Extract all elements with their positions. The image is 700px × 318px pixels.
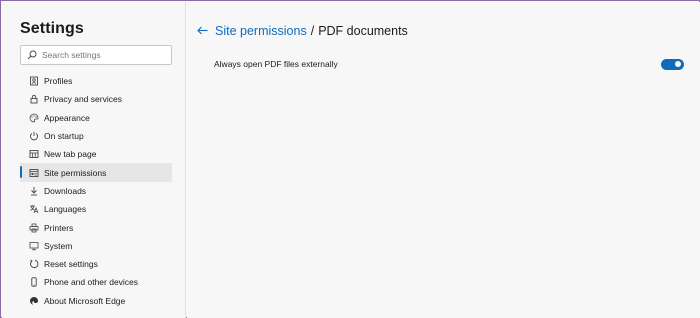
sidebar-item-privacy[interactable]: Privacy and services [20, 90, 172, 108]
sidebar-item-label: About Microsoft Edge [44, 295, 126, 306]
setting-label: Always open PDF files externally [214, 59, 338, 69]
window-frame: Settings Profiles Privacy and services A… [0, 0, 700, 318]
breadcrumb-separator: / [310, 24, 315, 38]
sidebar-item-system[interactable]: System [20, 237, 172, 255]
sidebar-item-label: Reset settings [44, 259, 98, 270]
sidebar-item-label: On startup [44, 131, 84, 142]
sidebar-item-profiles[interactable]: Profiles [20, 72, 172, 90]
sidebar-item-label: Privacy and services [44, 94, 122, 105]
palette-icon [29, 113, 39, 123]
sidebar-item-on-startup[interactable]: On startup [20, 127, 172, 145]
sidebar-item-reset-settings[interactable]: Reset settings [20, 255, 172, 273]
sidebar-item-new-tab-page[interactable]: New tab page [20, 145, 172, 163]
breadcrumb-parent-link[interactable]: Site permissions [215, 24, 307, 38]
sidebar-item-site-permissions[interactable]: Site permissions [20, 163, 172, 182]
phone-icon [29, 277, 39, 288]
settings-title: Settings [20, 20, 84, 37]
site-permissions-icon [29, 168, 39, 178]
system-icon [29, 241, 39, 251]
sidebar-item-label: Languages [44, 204, 87, 215]
open-pdf-externally-toggle[interactable] [661, 58, 684, 70]
power-icon [29, 131, 39, 141]
search-box[interactable] [20, 45, 172, 65]
profile-icon [29, 76, 39, 86]
main-content: Site permissions / PDF documents Always … [187, 2, 700, 318]
sidebar: Settings Profiles Privacy and services A… [2, 2, 186, 318]
sidebar-item-about-edge[interactable]: About Microsoft Edge [20, 292, 172, 310]
sidebar-item-label: New tab page [44, 149, 97, 160]
sidebar-item-label: Downloads [44, 185, 87, 196]
back-arrow-icon[interactable] [197, 24, 213, 38]
sidebar-item-appearance[interactable]: Appearance [20, 109, 172, 127]
reset-icon [29, 259, 39, 269]
sidebar-nav: Profiles Privacy and services Appearance… [20, 72, 172, 310]
sidebar-item-label: Site permissions [44, 167, 107, 178]
setting-row-open-pdf-externally: Always open PDF files externally [214, 57, 684, 71]
sidebar-item-label: Profiles [44, 76, 73, 87]
lock-icon [29, 94, 39, 104]
page-title: PDF documents [318, 24, 408, 38]
search-input[interactable] [42, 50, 162, 60]
sidebar-item-languages[interactable]: Languages [20, 200, 172, 218]
toggle-knob [675, 61, 681, 67]
grid-icon [29, 149, 39, 159]
breadcrumb: Site permissions / PDF documents [197, 24, 408, 38]
sidebar-item-label: System [44, 240, 73, 251]
sidebar-item-printers[interactable]: Printers [20, 218, 172, 236]
sidebar-item-phone-devices[interactable]: Phone and other devices [20, 273, 172, 291]
sidebar-item-label: Printers [44, 222, 74, 233]
sidebar-item-downloads[interactable]: Downloads [20, 182, 172, 200]
printer-icon [29, 223, 39, 233]
search-icon [27, 50, 37, 60]
sidebar-item-label: Phone and other devices [44, 277, 139, 288]
edge-icon [29, 296, 39, 306]
sidebar-item-label: Appearance [44, 112, 90, 123]
languages-icon [29, 204, 39, 214]
download-icon [29, 186, 39, 196]
